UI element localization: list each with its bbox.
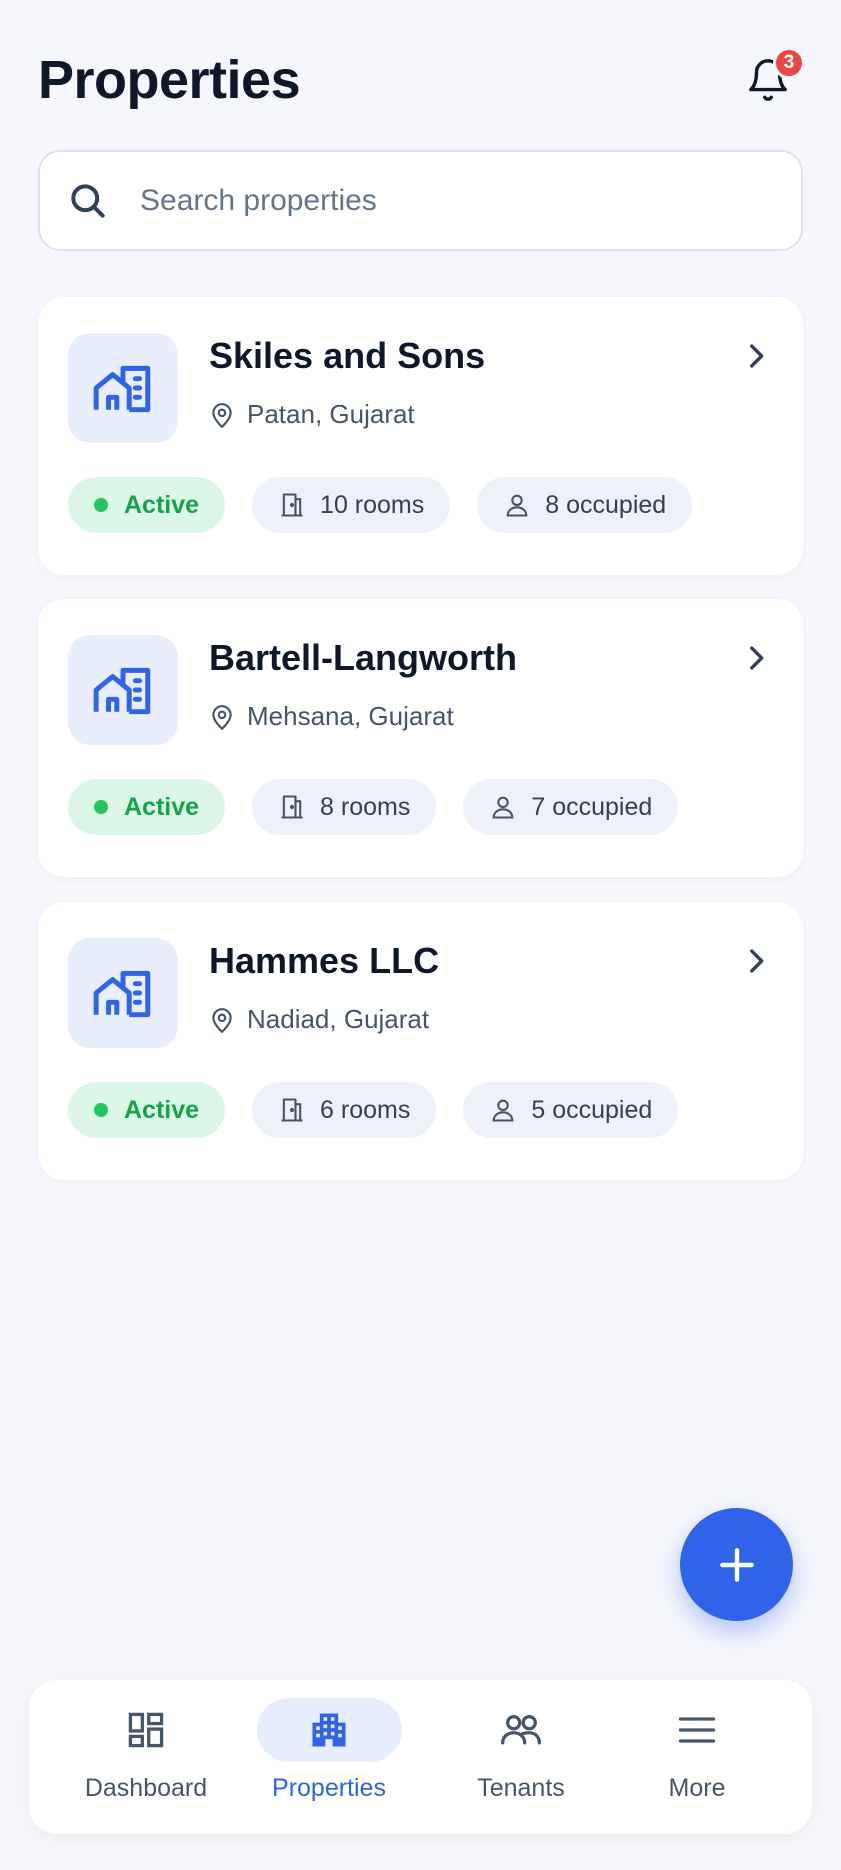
chevron-right-icon[interactable] bbox=[739, 944, 773, 978]
property-location-text: Mehsana, Gujarat bbox=[247, 701, 454, 731]
occupied-badge: 7 occupied bbox=[463, 779, 679, 835]
location-pin-icon bbox=[212, 402, 232, 428]
search-icon bbox=[71, 183, 105, 218]
header: Properties 3 bbox=[38, 40, 805, 120]
property-location-text: Patan, Gujarat bbox=[247, 399, 415, 429]
nav-icon-wrap bbox=[74, 1698, 219, 1762]
plus-icon bbox=[719, 1547, 754, 1582]
property-stats: Active 8 rooms 7 occupied bbox=[68, 779, 679, 835]
property-name: Skiles and Sons bbox=[209, 335, 486, 376]
status-badge: Active bbox=[68, 1082, 226, 1138]
rooms-text: 6 rooms bbox=[320, 1095, 411, 1124]
door-icon bbox=[281, 795, 303, 819]
occupied-text: 7 occupied bbox=[531, 792, 653, 821]
property-thumbnail bbox=[68, 938, 178, 1048]
door-icon bbox=[281, 1098, 303, 1122]
nav-label-tenants: Tenants bbox=[477, 1774, 565, 1802]
location-pin-icon bbox=[212, 1007, 232, 1033]
chevron-right-icon[interactable] bbox=[739, 641, 773, 675]
property-stats: Active 6 rooms 5 occupied bbox=[68, 1082, 679, 1138]
nav-item-more[interactable]: More bbox=[622, 1698, 772, 1818]
person-icon bbox=[492, 796, 514, 819]
location-pin-icon bbox=[212, 704, 232, 730]
property-card[interactable]: Skiles and Sons Patan, Gujarat Active 10… bbox=[38, 297, 803, 575]
nav-item-tenants[interactable]: Tenants bbox=[446, 1698, 596, 1818]
search-input[interactable] bbox=[140, 183, 801, 218]
rooms-text: 10 rooms bbox=[320, 490, 425, 519]
status-text: Active bbox=[124, 490, 200, 519]
occupied-badge: 8 occupied bbox=[477, 477, 693, 533]
rooms-badge: 8 rooms bbox=[252, 779, 437, 835]
nav-icon-wrap bbox=[625, 1698, 770, 1762]
property-name: Hammes LLC bbox=[209, 940, 440, 981]
app-screen: Properties 3 Skiles and Sons bbox=[0, 0, 841, 1870]
person-icon bbox=[492, 1099, 514, 1122]
status-badge: Active bbox=[68, 477, 226, 533]
page-title: Properties bbox=[38, 50, 301, 110]
property-location: Patan, Gujarat bbox=[209, 399, 415, 430]
property-location-text: Nadiad, Gujarat bbox=[247, 1004, 430, 1034]
menu-icon bbox=[678, 1717, 716, 1743]
bottom-navigation: Dashboard Properties Tenants More bbox=[29, 1680, 812, 1834]
users-icon bbox=[501, 1714, 541, 1745]
nav-label-more: More bbox=[668, 1774, 726, 1802]
property-building-icon bbox=[93, 970, 151, 1018]
rooms-badge: 6 rooms bbox=[252, 1082, 437, 1138]
building-icon bbox=[312, 1713, 346, 1747]
chevron-right-icon[interactable] bbox=[739, 339, 773, 373]
rooms-text: 8 rooms bbox=[320, 792, 411, 821]
dashboard-icon bbox=[128, 1712, 164, 1748]
property-location: Mehsana, Gujarat bbox=[209, 701, 454, 732]
status-dot bbox=[94, 800, 108, 814]
notifications-button[interactable]: 3 bbox=[733, 45, 805, 115]
rooms-badge: 10 rooms bbox=[252, 477, 451, 533]
nav-label-properties: Properties bbox=[272, 1774, 386, 1802]
occupied-text: 8 occupied bbox=[545, 490, 667, 519]
status-dot bbox=[94, 1103, 108, 1117]
nav-label-dashboard: Dashboard bbox=[84, 1774, 208, 1802]
door-icon bbox=[281, 493, 303, 517]
nav-icon-wrap bbox=[256, 1698, 402, 1762]
person-icon bbox=[506, 494, 528, 517]
occupied-text: 5 occupied bbox=[531, 1095, 653, 1124]
status-dot bbox=[94, 498, 108, 512]
add-property-button[interactable] bbox=[680, 1508, 793, 1621]
status-badge: Active bbox=[68, 779, 226, 835]
property-building-icon bbox=[93, 667, 151, 715]
occupied-badge: 5 occupied bbox=[463, 1082, 679, 1138]
status-text: Active bbox=[124, 792, 200, 821]
property-building-icon bbox=[93, 365, 151, 413]
search-bar[interactable] bbox=[38, 150, 803, 251]
property-card[interactable]: Bartell-Langworth Mehsana, Gujarat Activ… bbox=[38, 599, 803, 877]
nav-item-properties[interactable]: Properties bbox=[254, 1698, 404, 1818]
notification-badge: 3 bbox=[773, 47, 805, 79]
status-text: Active bbox=[124, 1095, 200, 1124]
property-thumbnail bbox=[68, 333, 178, 443]
property-location: Nadiad, Gujarat bbox=[209, 1004, 429, 1035]
property-name: Bartell-Langworth bbox=[209, 637, 518, 678]
nav-icon-wrap bbox=[449, 1698, 594, 1762]
property-thumbnail bbox=[68, 635, 178, 745]
property-stats: Active 10 rooms 8 occupied bbox=[68, 477, 693, 533]
nav-item-dashboard[interactable]: Dashboard bbox=[71, 1698, 221, 1818]
property-card[interactable]: Hammes LLC Nadiad, Gujarat Active 6 room… bbox=[38, 902, 803, 1180]
